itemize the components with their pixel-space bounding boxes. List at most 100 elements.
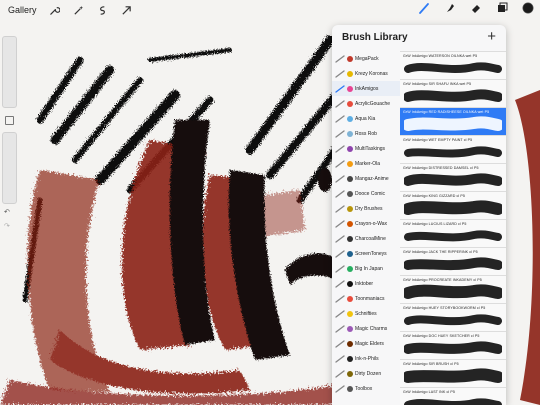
brush-set-icon xyxy=(347,340,353,347)
brush-set-pen-icon xyxy=(335,264,345,273)
brush-item[interactable]: GrW InkAmigo LAST INK cl P5 xyxy=(400,387,506,405)
brush-set-icon xyxy=(347,385,353,392)
brush-set-icon xyxy=(347,310,353,317)
brush-set-item[interactable]: CharcoalMine xyxy=(332,231,400,246)
brush-set-item[interactable]: Dry Brushes xyxy=(332,201,400,216)
brush-set-icon xyxy=(347,235,353,242)
gallery-button[interactable]: Gallery xyxy=(8,5,37,15)
brush-set-icon xyxy=(347,250,353,257)
brush-set-item[interactable]: MegaPack xyxy=(332,51,400,66)
brush-set-item[interactable]: Magic Charms xyxy=(332,321,400,336)
brush-set-item[interactable]: Ross Rob xyxy=(332,126,400,141)
add-brush-button[interactable]: + xyxy=(487,28,496,45)
brush-label: GrW InkAmigo WATERSON OILNKA wet P5 xyxy=(403,54,478,58)
brush-set-label: Big In Japan xyxy=(355,265,383,272)
brush-set-item[interactable]: Schnifties xyxy=(332,306,400,321)
brush-item[interactable]: GrW InkAmigo WATERSON OILNKA wet P5 xyxy=(400,51,506,79)
brush-set-item[interactable]: InkAmigos xyxy=(332,81,400,96)
brush-set-item[interactable]: Krezy Koronas xyxy=(332,66,400,81)
brush-set-pen-icon xyxy=(335,144,345,153)
brush-set-icon xyxy=(347,70,353,77)
brush-stroke-preview xyxy=(404,257,502,271)
brush-set-item[interactable]: Magic Elders xyxy=(332,336,400,351)
brush-label: GrW InkAmigo LAST INK cl P5 xyxy=(403,390,455,394)
brush-item[interactable]: GrW InkAmigo JACK THE RIPPERINK cl P5 xyxy=(400,247,506,275)
brush-item[interactable]: GrW InkAmigo DOC HUEY SKETCHER cl P5 xyxy=(400,331,506,359)
brush-set-icon xyxy=(347,265,353,272)
brush-label: GrW InkAmigo HUEY STORYBOOKWORM cl P5 xyxy=(403,306,486,310)
redo-icon[interactable]: ↷ xyxy=(4,222,10,230)
modify-button-icon[interactable] xyxy=(5,116,14,125)
brush-item[interactable]: GrW InkAmigo RED RADISHEESE OILNKA wet P… xyxy=(400,107,506,135)
brush-set-item[interactable]: Toolbox xyxy=(332,381,400,396)
eraser-icon[interactable] xyxy=(470,2,482,14)
transform-arrow-icon[interactable] xyxy=(121,4,133,16)
brush-set-icon xyxy=(347,355,353,362)
brush-set-item[interactable]: AcrylicGouache xyxy=(332,96,400,111)
brush-set-icon xyxy=(347,130,353,137)
brush-set-pen-icon xyxy=(335,174,345,183)
wrench-icon[interactable] xyxy=(49,4,61,16)
brush-label: GrW InkAmigo PROCREATE INKADEMY cl P5 xyxy=(403,278,482,282)
brush-item[interactable]: GrW InkAmigo KING GIZZARD cl P5 xyxy=(400,191,506,219)
brush-set-pen-icon xyxy=(335,54,345,63)
brush-set-pen-icon xyxy=(335,189,345,198)
magic-wand-icon[interactable] xyxy=(73,4,85,16)
brush-stroke-preview xyxy=(404,146,502,158)
brush-item[interactable]: GrW InkAmigo LUCIUS LIZARD cl P5 xyxy=(400,219,506,247)
brush-set-item[interactable]: Big In Japan xyxy=(332,261,400,276)
brush-set-item[interactable]: Crayon-o-Wax xyxy=(332,216,400,231)
brush-set-label: Inktober xyxy=(355,280,374,287)
brush-set-label: MultiTaskings xyxy=(355,145,386,152)
undo-icon[interactable]: ↶ xyxy=(4,208,10,216)
brush-set-icon xyxy=(347,220,353,227)
brush-library-panel: Brush Library + MegaPack Krezy Koronas Ink… xyxy=(332,25,506,405)
brush-item[interactable]: GrW InkAmigo SIR BRUSH cl P5 xyxy=(400,359,506,387)
brush-set-item[interactable]: ScreenToneys xyxy=(332,246,400,261)
selection-icon[interactable] xyxy=(97,4,109,16)
brush-stroke-preview xyxy=(404,368,502,383)
brush-set-label: Schnifties xyxy=(355,310,377,317)
brush-stroke-preview xyxy=(404,116,502,131)
brush-set-pen-icon xyxy=(335,324,345,333)
brush-item[interactable]: GrW InkAmigo DISTRESSED DAMSEL cl P5 xyxy=(400,163,506,191)
brush-set-item[interactable]: Dirty Dozen xyxy=(332,366,400,381)
layers-icon[interactable] xyxy=(496,2,508,14)
color-icon[interactable] xyxy=(522,2,534,14)
brush-set-icon xyxy=(347,115,353,122)
brush-set-item[interactable]: Dooce Comic xyxy=(332,186,400,201)
brush-set-label: Krezy Koronas xyxy=(355,70,388,77)
brush-set-list: MegaPack Krezy Koronas InkAmigos AcrylicGou… xyxy=(332,51,400,405)
opacity-slider[interactable] xyxy=(2,132,17,204)
brush-set-label: Dooce Comic xyxy=(355,190,386,197)
top-toolbar: Gallery xyxy=(0,0,540,20)
brush-set-item[interactable]: Marker-Ola xyxy=(332,156,400,171)
brush-set-item[interactable]: MultiTaskings xyxy=(332,141,400,156)
brush-set-item[interactable]: Toonmaniacs xyxy=(332,291,400,306)
brush-list: GrW InkAmigo WATERSON OILNKA wet P5 GrW I… xyxy=(400,51,506,405)
smudge-icon[interactable] xyxy=(444,2,456,14)
brush-set-icon xyxy=(347,85,353,92)
brush-set-icon xyxy=(347,295,353,302)
brush-item[interactable]: GrW InkAmigo HUEY STORYBOOKWORM cl P5 xyxy=(400,303,506,331)
brush-set-item[interactable]: Inktober xyxy=(332,276,400,291)
brush-item[interactable]: GrW InkAmigo SIR SHAFU INKA wet P5 xyxy=(400,79,506,107)
brush-set-icon xyxy=(347,55,353,62)
brush-set-item[interactable]: Aqua Kia xyxy=(332,111,400,126)
brush-set-item[interactable]: Ink-n-Phils xyxy=(332,351,400,366)
brush-set-label: Dry Brushes xyxy=(355,205,383,212)
panel-header: Brush Library + xyxy=(332,25,506,51)
brush-size-slider[interactable] xyxy=(2,36,17,108)
brush-set-item[interactable]: Mangaz-Anime xyxy=(332,171,400,186)
brush-item[interactable]: GrW InkAmigo PROCREATE INKADEMY cl P5 xyxy=(400,275,506,303)
brush-set-label: Mangaz-Anime xyxy=(355,175,389,182)
brush-item[interactable]: GrW InkAmigo WET EMPTY PAINT cl P5 xyxy=(400,135,506,163)
brush-set-pen-icon xyxy=(335,354,345,363)
brush-set-icon xyxy=(347,370,353,377)
brush-set-pen-icon xyxy=(335,69,345,78)
brush-stroke-preview xyxy=(404,398,502,405)
brush-label: GrW InkAmigo SIR SHAFU INKA wet P5 xyxy=(403,82,472,86)
brush-set-label: MegaPack xyxy=(355,55,379,62)
left-sidebar: ↶ ↷ xyxy=(2,36,17,236)
brush-icon[interactable] xyxy=(418,2,430,14)
